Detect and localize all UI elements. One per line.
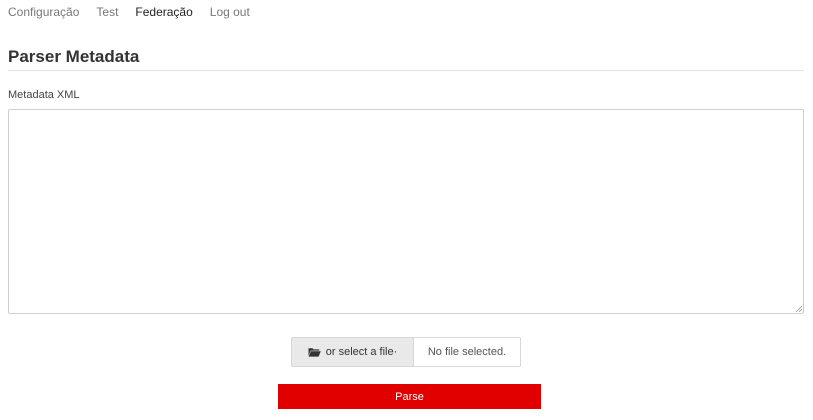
select-file-button[interactable]: or select a file· bbox=[292, 338, 414, 366]
file-status-text: No file selected. bbox=[414, 338, 520, 366]
title-divider bbox=[8, 70, 804, 71]
resize-grip-icon[interactable] bbox=[795, 305, 802, 312]
nav-item-federacao[interactable]: Federação bbox=[135, 5, 192, 19]
nav-item-test[interactable]: Test bbox=[96, 5, 118, 19]
parse-button[interactable]: Parse bbox=[278, 384, 541, 409]
select-file-label: or select a file· bbox=[325, 346, 398, 358]
page-title: Parser Metadata bbox=[8, 47, 140, 66]
folder-open-icon bbox=[308, 348, 321, 357]
nav-item-log-out[interactable]: Log out bbox=[210, 5, 250, 19]
nav-item-configuracao[interactable]: Configuração bbox=[8, 5, 79, 19]
page: Configuração Test Federação Log out Pars… bbox=[0, 0, 813, 420]
file-chooser: or select a file· No file selected. bbox=[291, 337, 521, 367]
top-nav: Configuração Test Federação Log out bbox=[8, 5, 267, 19]
metadata-xml-label: Metadata XML bbox=[8, 89, 80, 101]
metadata-xml-textarea[interactable] bbox=[8, 109, 804, 314]
